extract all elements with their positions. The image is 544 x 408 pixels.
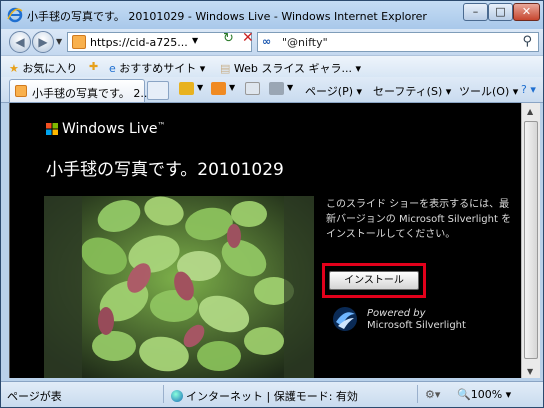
scroll-thumb[interactable] (524, 121, 538, 359)
maximize-button[interactable]: □ (488, 3, 513, 21)
refresh-icon[interactable]: ↻ (223, 31, 234, 46)
tools-menu[interactable]: ツール(O) ▾ (459, 83, 518, 99)
new-tab-button[interactable] (147, 81, 169, 100)
favorites-button[interactable]: ★ お気に入り (9, 60, 77, 76)
manage-addons-icon[interactable]: ⚙▾ (425, 388, 440, 401)
page-favicon-icon (72, 35, 86, 49)
status-divider (417, 385, 418, 403)
page-content: Windows Live™ 小手毬の写真です。20101029 このスライド シ… (9, 103, 521, 378)
feeds-dropdown-icon[interactable]: ▼ (229, 83, 235, 92)
globe-icon (171, 390, 183, 402)
help-menu[interactable]: ? ▾ (521, 83, 536, 96)
tab-bar: 小手毬の写真です。 2... ▼ ▼ ▼ ページ(P) ▾ セーフティ(S) ▾… (1, 77, 543, 103)
brand-name: Windows Live (62, 121, 158, 137)
page-title: 小手毬の写真です。20101029 (46, 160, 284, 180)
web-slice-icon: ▤ (220, 62, 231, 75)
silverlight-link[interactable]: Powered by Microsoft Silverlight (367, 308, 466, 332)
address-url: https://cid-a725... (90, 36, 188, 49)
home-icon[interactable] (179, 82, 194, 95)
search-input[interactable]: "@nifty" (282, 36, 328, 49)
browser-window: 小手毬の写真です。 20101029 - Windows Live - Wind… (0, 0, 544, 408)
windows-flag-icon (46, 123, 58, 135)
security-zone-label: インターネット | 保護モード: 有効 (186, 390, 358, 403)
status-bar: ページが表 インターネット | 保護モード: 有効 ⚙▾ 🔍100% ▾ (1, 381, 543, 407)
security-zone[interactable]: インターネット | 保護モード: 有効 (171, 388, 358, 404)
status-text: ページが表 (7, 390, 62, 403)
install-message: このスライド ショーを表示するには、最新バージョンの Microsoft Sil… (326, 199, 512, 240)
status-divider (163, 385, 164, 403)
close-button[interactable]: ✕ (513, 3, 540, 21)
zoom-control[interactable]: 🔍100% ▾ (457, 388, 511, 401)
tab-active[interactable]: 小手毬の写真です。 2... (9, 79, 151, 102)
zoom-level: 100% (470, 388, 503, 401)
vertical-scrollbar[interactable]: ▲ ▼ (521, 103, 540, 378)
stop-icon[interactable]: ✕ (242, 30, 254, 46)
address-dropdown-icon[interactable]: ▼ (192, 36, 198, 45)
minimize-button[interactable]: – (463, 3, 488, 21)
web-slice-gallery-button[interactable]: ▤ Web スライス ギャラ... ▾ (220, 60, 361, 76)
silverlight-label: Microsoft Silverlight (367, 320, 466, 331)
suggested-sites-label: おすすめサイト ▾ (119, 62, 206, 75)
title-bar: 小手毬の写真です。 20101029 - Windows Live - Wind… (1, 1, 543, 29)
favorites-bar: ★ お気に入り ✚ e おすすめサイト ▾ ▤ Web スライス ギャラ... … (1, 55, 543, 77)
slideshow-photo (44, 196, 314, 378)
add-favorite-icon[interactable]: ✚ (89, 60, 98, 73)
ie-icon (7, 7, 23, 23)
search-box[interactable]: ∞ "@nifty" ⚲ (257, 32, 539, 52)
page-menu[interactable]: ページ(P) ▾ (305, 83, 362, 99)
brand-tm: ™ (157, 121, 166, 130)
print-icon[interactable] (269, 82, 284, 95)
back-button[interactable]: ◀ (9, 31, 31, 53)
feeds-icon[interactable] (211, 82, 226, 95)
history-dropdown-icon[interactable]: ▼ (56, 37, 62, 46)
forward-button[interactable]: ▶ (32, 31, 54, 53)
install-button[interactable]: インストール (329, 271, 419, 290)
home-dropdown-icon[interactable]: ▼ (197, 83, 203, 92)
scroll-up-icon[interactable]: ▲ (527, 107, 533, 116)
leaves-image (44, 196, 314, 378)
search-provider-icon: ∞ (262, 35, 272, 48)
search-icon[interactable]: ⚲ (522, 34, 532, 49)
powered-by-text: Powered by (367, 308, 426, 319)
install-highlight: インストール (322, 263, 426, 298)
window-title: 小手毬の写真です。 20101029 - Windows Live - Wind… (27, 10, 427, 23)
tab-label: 小手毬の写真です。 2... (32, 87, 151, 100)
zoom-icon: 🔍 (457, 388, 471, 401)
address-row: ◀ ▶ ▼ https://cid-a725... ▼ ↻ ✕ ∞ "@nift… (1, 29, 543, 55)
favorites-label: お気に入り (22, 62, 78, 75)
silverlight-logo-icon[interactable] (332, 306, 358, 332)
print-dropdown-icon[interactable]: ▼ (287, 83, 293, 92)
windows-live-logo[interactable]: Windows Live™ (46, 121, 166, 137)
star-icon: ★ (9, 62, 19, 75)
tab-favicon-icon (15, 85, 27, 97)
mail-icon[interactable] (245, 82, 260, 95)
web-slice-label: Web スライス ギャラ... ▾ (233, 62, 362, 75)
safety-menu[interactable]: セーフティ(S) ▾ (373, 83, 451, 99)
scroll-down-icon[interactable]: ▼ (527, 367, 533, 376)
suggested-sites-button[interactable]: e おすすめサイト ▾ (109, 60, 205, 76)
ie-small-icon: e (109, 62, 116, 75)
